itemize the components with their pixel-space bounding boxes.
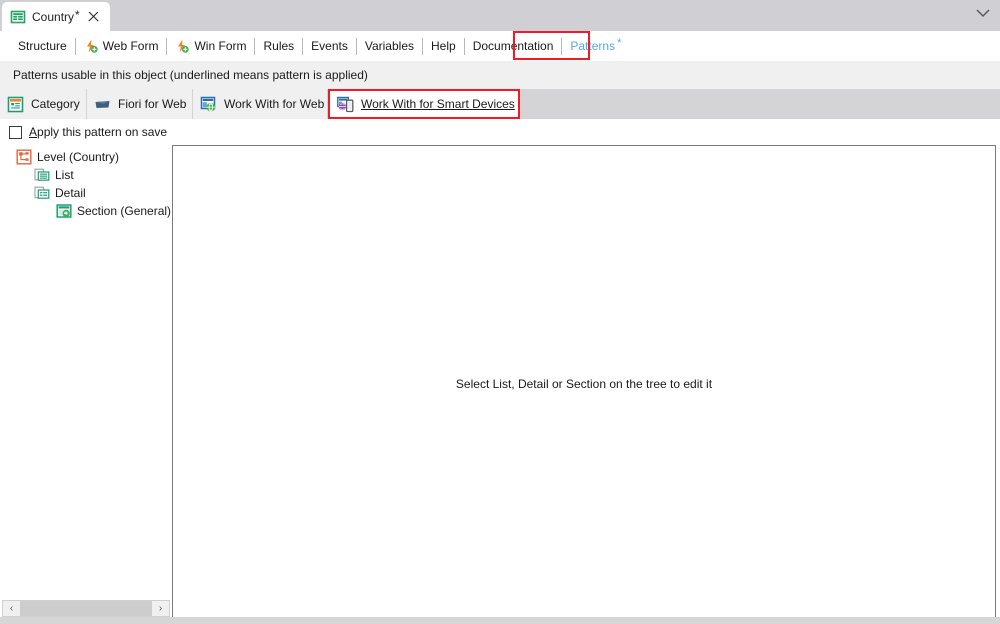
tab-documentation[interactable]: Documentation: [465, 35, 562, 57]
bolt-add-icon: [84, 39, 98, 53]
scroll-left-arrow-icon[interactable]: ‹: [3, 601, 20, 616]
tab-win-form[interactable]: Win Form: [167, 35, 254, 57]
pattern-tab-work-with-for-web[interactable]: Work With for Web: [193, 89, 327, 119]
tree-node-detail[interactable]: Detail: [34, 184, 86, 202]
document-tab-country[interactable]: Country *: [2, 2, 110, 31]
patterns-info-text: Patterns usable in this object (underlin…: [13, 68, 368, 82]
chevron-down-icon[interactable]: [976, 9, 990, 18]
tab-documentation-label: Documentation: [472, 39, 554, 53]
wwsd-pattern-icon: [337, 96, 354, 113]
tab-win-form-label: Win Form: [194, 39, 247, 53]
scroll-right-arrow-icon[interactable]: ›: [152, 601, 169, 616]
window-titlebar: Country *: [0, 0, 1000, 31]
tab-variables-label: Variables: [364, 39, 414, 53]
pattern-tab-fiori-for-web[interactable]: Fiori for Web: [87, 89, 192, 119]
scrollbar-thumb[interactable]: [20, 601, 152, 616]
tab-events-label: Events: [311, 39, 348, 53]
pattern-tab-work-with-for-smart-devices-label: Work With for Smart Devices: [361, 97, 515, 111]
wwweb-pattern-icon: [200, 96, 217, 113]
apply-pattern-on-save-checkbox[interactable]: [9, 125, 22, 139]
document-dirty-marker: *: [75, 8, 80, 22]
tree-node-list[interactable]: List: [34, 166, 74, 184]
pattern-tab-fiori-for-web-label: Fiori for Web: [118, 97, 187, 111]
document-tab-label: Country: [32, 9, 75, 24]
tab-variables[interactable]: Variables: [357, 35, 422, 57]
tree-node-section-general[interactable]: Section (General): [56, 202, 171, 220]
window-bottom-strip: [0, 617, 1000, 624]
tab-structure[interactable]: Structure: [10, 35, 75, 57]
pattern-editor-placeholder-message: Select List, Detail or Section on the tr…: [455, 377, 713, 391]
section-node-icon: [56, 203, 72, 219]
tab-help-label: Help: [431, 39, 456, 53]
pattern-tab-category[interactable]: Category: [0, 89, 86, 119]
tab-rules[interactable]: Rules: [255, 35, 302, 57]
tab-patterns-dirty-marker: *: [617, 37, 622, 49]
apply-accel-letter: A: [29, 125, 38, 139]
tab-events[interactable]: Events: [303, 35, 356, 57]
detail-node-icon: [34, 185, 50, 201]
tree-node-level-country-label: Level (Country): [37, 150, 120, 164]
category-pattern-icon: [7, 96, 24, 113]
transaction-object-icon: [10, 9, 26, 25]
tree-node-section-general-label: Section (General): [77, 204, 172, 218]
tree-node-detail-label: Detail: [55, 186, 86, 200]
pattern-tab-strip: Category Fiori for Web Work With for Web: [0, 89, 1000, 119]
tab-web-form-label: Web Form: [102, 39, 159, 53]
patterns-info-bar: Patterns usable in this object (underlin…: [0, 61, 1000, 89]
apply-pattern-row: Apply this pattern on save: [0, 119, 1000, 145]
pattern-instance-tree[interactable]: Level (Country) List Detail Section (Gen…: [0, 145, 172, 597]
tab-help[interactable]: Help: [423, 35, 464, 57]
list-node-icon: [34, 167, 50, 183]
tree-horizontal-scrollbar[interactable]: ‹ ›: [2, 600, 170, 617]
tab-patterns[interactable]: Patterns *: [562, 35, 629, 57]
level-node-icon: [16, 149, 32, 165]
tab-rules-label: Rules: [263, 39, 295, 53]
pattern-editor-panel: Select List, Detail or Section on the tr…: [172, 145, 996, 620]
pattern-tab-work-with-for-web-label: Work With for Web: [224, 97, 325, 111]
tab-structure-label: Structure: [18, 39, 67, 53]
bolt-add-icon: [175, 39, 190, 53]
apply-label-rest: pply this pattern on save: [37, 125, 168, 139]
editor-tab-row: Structure Web Form Win Form Rules Events…: [0, 31, 1000, 61]
pattern-tab-work-with-for-smart-devices[interactable]: Work With for Smart Devices: [330, 89, 518, 119]
close-icon[interactable]: [87, 10, 100, 23]
fiori-pattern-icon: [94, 96, 111, 113]
apply-pattern-on-save-label: Apply this pattern on save: [29, 125, 167, 139]
tab-web-form[interactable]: Web Form: [76, 35, 167, 57]
tree-node-level-country[interactable]: Level (Country): [16, 148, 119, 166]
pattern-tab-category-label: Category: [31, 97, 80, 111]
tree-node-list-label: List: [55, 168, 74, 182]
tab-patterns-label: Patterns: [570, 39, 616, 53]
